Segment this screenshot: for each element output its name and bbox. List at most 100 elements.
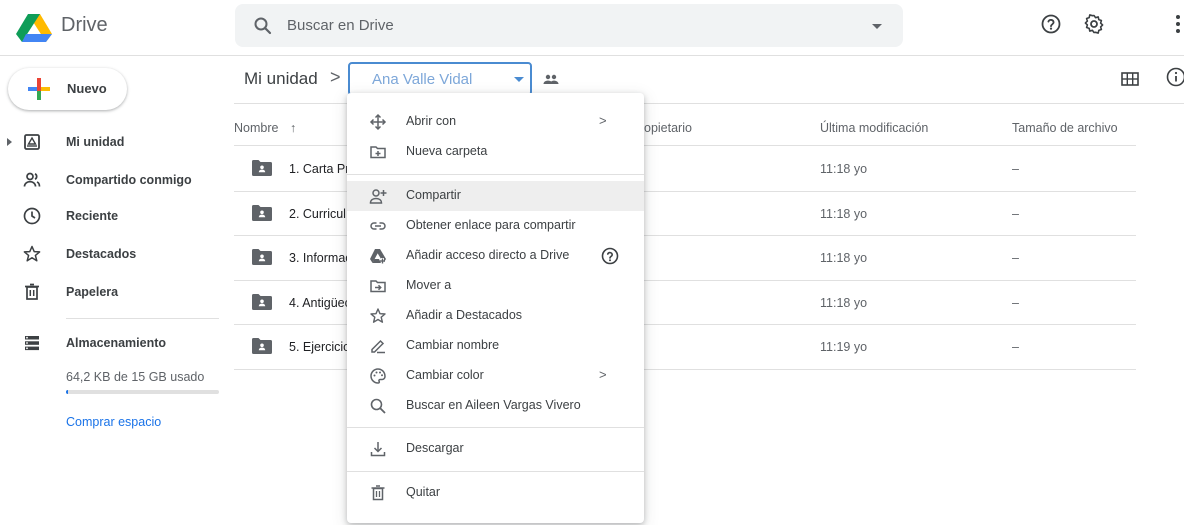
- sidebar-item-label: Compartido conmigo: [66, 173, 192, 187]
- settings-gear-icon[interactable]: [1082, 12, 1106, 36]
- help-icon[interactable]: [600, 246, 620, 266]
- menu-item-change-color[interactable]: Cambiar color >: [347, 361, 644, 391]
- shared-folder-icon: [252, 338, 272, 354]
- sidebar-item-label: Reciente: [66, 209, 119, 223]
- sidebar-item-label: Papelera: [66, 285, 119, 299]
- menu-item-new-folder[interactable]: Nueva carpeta: [347, 137, 644, 167]
- info-icon[interactable]: [1165, 66, 1184, 88]
- star-icon: [22, 244, 42, 264]
- sidebar-item-recent[interactable]: Reciente: [0, 201, 225, 231]
- menu-item-label: Mover a: [406, 278, 452, 292]
- menu-item-get-link[interactable]: Obtener enlace para compartir: [347, 211, 644, 241]
- menu-item-share[interactable]: Compartir: [347, 181, 644, 211]
- sidebar-item-shared-with-me[interactable]: Compartido conmigo: [0, 165, 225, 195]
- move-to-icon: [369, 277, 387, 295]
- row-last-modified: 11:18 yo: [820, 251, 868, 265]
- row-file-size: –: [1012, 340, 1019, 354]
- clock-icon: [22, 206, 42, 226]
- shared-folder-people-icon: [542, 70, 560, 88]
- menu-separator: [347, 174, 644, 175]
- search-box[interactable]: [235, 4, 903, 47]
- help-icon[interactable]: [1039, 12, 1063, 36]
- column-header-name[interactable]: Nombre ↑: [234, 121, 296, 135]
- column-header-owner: opietario: [644, 121, 692, 135]
- shared-folder-icon: [252, 160, 272, 176]
- sidebar-item-label: Destacados: [66, 247, 137, 261]
- share-icon: [369, 187, 387, 205]
- storage-progress-bar: [66, 390, 219, 394]
- shared-folder-icon: [252, 204, 272, 221]
- search-input[interactable]: [287, 12, 847, 39]
- search-icon[interactable]: [253, 16, 273, 36]
- menu-item-rename[interactable]: Cambiar nombre: [347, 331, 644, 361]
- more-vert-icon[interactable]: [1172, 12, 1184, 36]
- menu-item-add-starred[interactable]: Añadir a Destacados: [347, 301, 644, 331]
- shared-folder-icon: [252, 293, 272, 310]
- row-last-modified: 11:19 yo: [820, 340, 868, 354]
- my-drive-icon: [22, 132, 42, 152]
- menu-item-label: Abrir con: [406, 114, 457, 128]
- breadcrumb-current-label: Ana Valle Vidal: [372, 71, 473, 88]
- row-file-size: –: [1012, 251, 1019, 265]
- grid-view-icon[interactable]: [1119, 68, 1141, 90]
- menu-item-download[interactable]: Descargar: [347, 434, 644, 464]
- star-icon: [369, 307, 387, 325]
- new-button[interactable]: Nuevo: [8, 68, 127, 110]
- menu-separator: [347, 427, 644, 428]
- row-last-modified: 11:18 yo: [820, 206, 868, 221]
- plus-icon: [26, 76, 52, 102]
- menu-item-label: Cambiar color: [406, 368, 484, 382]
- storage-label[interactable]: Almacenamiento: [66, 336, 166, 350]
- rename-pencil-icon: [369, 337, 387, 355]
- storage-usage-text: 64,2 KB de 15 GB usado: [66, 370, 205, 384]
- menu-separator: [347, 471, 644, 472]
- row-file-size: –: [1012, 295, 1019, 310]
- menu-item-open-with[interactable]: Abrir con >: [347, 107, 644, 137]
- expand-arrow-icon[interactable]: [7, 138, 12, 146]
- trash-icon: [369, 484, 387, 502]
- sidebar-item-my-drive[interactable]: Mi unidad: [0, 127, 225, 157]
- sidebar-item-starred[interactable]: Destacados: [0, 239, 225, 269]
- app-name[interactable]: Drive: [61, 14, 108, 37]
- storage-icon: [22, 333, 42, 353]
- menu-item-search-in[interactable]: Buscar en Aileen Vargas Vivero: [347, 391, 644, 421]
- open-with-icon: [369, 113, 387, 131]
- menu-item-label: Buscar en Aileen Vargas Vivero: [406, 398, 581, 412]
- breadcrumb-current-folder[interactable]: Ana Valle Vidal: [348, 62, 532, 96]
- submenu-chevron-right-icon: >: [599, 367, 607, 382]
- sidebar-item-label: Mi unidad: [66, 135, 125, 149]
- sidebar-item-trash[interactable]: Papelera: [0, 277, 225, 307]
- buy-storage-link[interactable]: Comprar espacio: [66, 415, 161, 429]
- column-header-modified[interactable]: Última modificación: [820, 121, 928, 135]
- column-header-size: Tamaño de archivo: [1012, 121, 1118, 135]
- row-last-modified: 11:18 yo: [820, 162, 868, 176]
- sort-arrow-up-icon[interactable]: ↑: [290, 121, 296, 135]
- menu-item-label: Obtener enlace para compartir: [406, 218, 576, 232]
- menu-item-move-to[interactable]: Mover a: [347, 271, 644, 301]
- new-button-label: Nuevo: [67, 81, 107, 96]
- menu-item-label: Cambiar nombre: [406, 338, 500, 352]
- column-header-name-label: Nombre: [234, 121, 279, 135]
- row-file-size: –: [1012, 162, 1019, 176]
- shared-with-me-icon: [22, 170, 42, 190]
- download-icon: [369, 440, 387, 458]
- row-file-name: 4. Antigüec: [289, 295, 351, 310]
- storage-progress-fill: [66, 390, 68, 394]
- menu-item-label: Añadir acceso directo a Drive: [406, 248, 570, 262]
- menu-item-label: Nueva carpeta: [406, 144, 488, 158]
- menu-item-label: Compartir: [406, 188, 461, 202]
- row-file-name: 2. Curricul: [289, 206, 346, 221]
- menu-item-remove[interactable]: Quitar: [347, 478, 644, 508]
- row-file-name: 5. Ejercicio: [289, 340, 351, 354]
- row-last-modified: 11:18 yo: [820, 295, 868, 310]
- row-file-size: –: [1012, 206, 1019, 221]
- shared-folder-icon: [252, 249, 272, 265]
- menu-item-label: Añadir a Destacados: [406, 308, 523, 322]
- drive-logo-icon[interactable]: [16, 14, 52, 42]
- sidebar-divider: [66, 318, 219, 319]
- breadcrumb-my-drive[interactable]: Mi unidad: [244, 69, 318, 89]
- link-icon: [369, 217, 387, 235]
- menu-item-add-shortcut[interactable]: Añadir acceso directo a Drive: [347, 241, 644, 271]
- search-options-dropdown-icon[interactable]: [869, 18, 885, 34]
- add-shortcut-icon: [369, 247, 387, 265]
